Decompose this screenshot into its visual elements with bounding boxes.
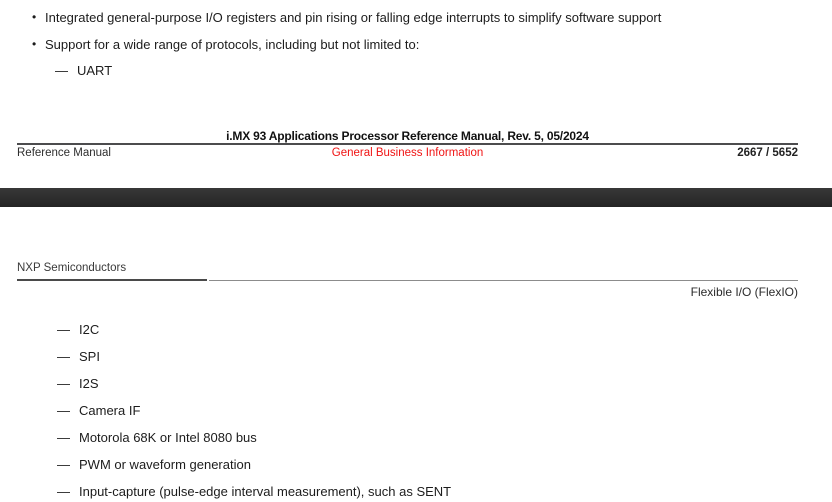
dash-marker: — [57,403,70,418]
protocol-item-i2c: — I2C [57,322,99,337]
protocol-label: Camera IF [79,403,141,418]
header-divider-line-thick [17,279,207,281]
protocol-label: Input-capture (pulse-edge interval measu… [79,484,452,499]
protocol-item-input-capture: — Input-capture (pulse-edge interval mea… [57,484,451,499]
protocol-item-motorola-intel-bus: — Motorola 68K or Intel 8080 bus [57,430,257,445]
dash-marker: — [57,484,70,499]
dash-marker: — [57,457,70,472]
header-divider-line-thin [209,280,798,281]
dash-marker: — [57,430,70,445]
protocol-label: PWM or waveform generation [79,457,251,472]
manual-title-footer: i.MX 93 Applications Processor Reference… [226,129,589,143]
page-separator-band [0,188,832,207]
dash-marker: — [57,322,70,337]
protocol-item-pwm: — PWM or waveform generation [57,457,251,472]
page-header-company: NXP Semiconductors [17,262,127,274]
footer-classification-stamp: General Business Information [331,147,484,159]
protocol-label: SPI [79,349,100,364]
dash-marker: — [57,349,70,364]
bullet-marker: • [32,10,37,24]
pdf-document-view: { "markers": { "bullet": "•", "dash": "—… [0,0,832,502]
bullet-item-io-registers: • Integrated general-purpose I/O registe… [32,10,661,25]
bullet-text: Support for a wide range of protocols, i… [45,37,420,52]
page-header-chapter-title: Flexible I/O (FlexIO) [690,285,798,299]
bullet-text: Integrated general-purpose I/O registers… [45,10,662,25]
dash-marker: — [55,63,68,78]
protocol-label: I2S [79,376,99,391]
bullet-item-protocol-support: • Support for a wide range of protocols,… [32,37,419,52]
protocol-label: UART [77,63,113,78]
protocol-label: I2C [79,322,100,337]
protocol-label: Motorola 68K or Intel 8080 bus [79,430,257,445]
bullet-marker: • [32,37,37,51]
protocol-item-uart: — UART [55,63,112,78]
page-footer: Reference Manual General Business Inform… [17,147,798,159]
protocol-item-camera-if: — Camera IF [57,403,140,418]
protocol-item-spi: — SPI [57,349,100,364]
footer-divider-line [17,143,798,145]
protocol-item-i2s: — I2S [57,376,99,391]
dash-marker: — [57,376,70,391]
